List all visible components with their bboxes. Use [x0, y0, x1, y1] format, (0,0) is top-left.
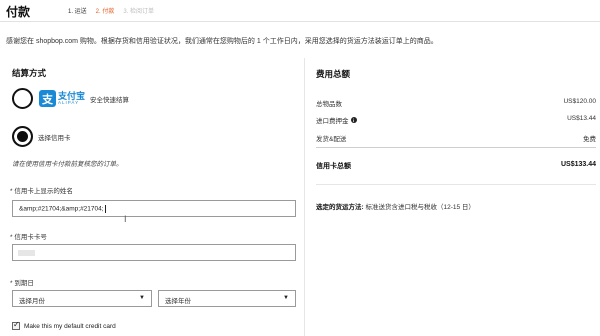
default-card-option[interactable]: Make this my default credit card: [12, 320, 116, 330]
default-card-label: Make this my default credit card: [24, 322, 116, 330]
summary-title: 费用总额: [316, 69, 351, 79]
intro-text: 感谢您在 shopbop.com 购物。根据存货和信用验证状况，我们通常在您购物…: [6, 38, 438, 45]
checkout-steps: 1. 运送 2. 付款 3. 检阅订单: [68, 6, 154, 15]
summary-row: 总物品数 US$120.00: [316, 98, 596, 108]
step-shipping[interactable]: 1. 运送: [68, 6, 87, 15]
text-caret: [104, 205, 106, 213]
expiry-month-select[interactable]: 选择月份 ▼: [12, 290, 152, 307]
summary-divider: [316, 147, 596, 148]
checkout-header: 付款 1. 运送 2. 付款 3. 检阅订单: [0, 0, 600, 22]
credit-card-label: 选择信用卡: [38, 134, 71, 142]
credit-card-radio[interactable]: [12, 126, 33, 147]
step-payment: 2. 付款: [95, 9, 115, 15]
text-cursor-icon: I: [124, 214, 127, 224]
summary-row: 发货&配送 免费: [316, 136, 596, 143]
alipay-logo: 支 支付宝 ALIPAY: [39, 90, 85, 107]
payment-section-title: 结算方式: [12, 68, 47, 78]
summary-row: 进口费押金 i US$13.44: [316, 115, 596, 125]
summary-total-row: 信用卡总额 US$133.44: [316, 161, 596, 170]
alipay-label: 安全快速结算: [90, 96, 130, 104]
info-icon[interactable]: i: [350, 117, 357, 123]
masked-value: [18, 250, 35, 256]
column-divider: [304, 58, 305, 336]
card-number-input[interactable]: [12, 244, 296, 261]
default-card-checkbox[interactable]: [12, 320, 20, 330]
dropdown-arrow-icon: ▼: [283, 295, 289, 301]
step-review: 3. 检阅订单: [123, 9, 155, 15]
alipay-logo-icon: 支: [39, 90, 56, 107]
page-title: 付款: [6, 5, 31, 19]
card-number-label: * 信用卡卡号: [10, 234, 47, 241]
shipping-method: 选定的货运方法: 标准送货含进口税与税收（12-15 日）: [316, 204, 475, 211]
expiry-label: * 到期日: [10, 280, 34, 287]
cardholder-name-label: * 信用卡上显示的姓名: [10, 188, 73, 195]
dropdown-arrow-icon: ▼: [139, 295, 145, 301]
expiry-year-select[interactable]: 选择年份 ▼: [158, 290, 296, 307]
alipay-radio[interactable]: [12, 88, 33, 109]
summary-divider: [316, 184, 596, 185]
credit-card-option[interactable]: 选择信用卡: [12, 126, 71, 147]
alipay-option[interactable]: 支 支付宝 ALIPAY 安全快速结算: [12, 88, 129, 109]
cardholder-name-input[interactable]: &amp;#21704;&amp;#21704;: [12, 200, 296, 217]
review-note: 请在使用信用卡付款前复核您的订单。: [12, 161, 123, 168]
